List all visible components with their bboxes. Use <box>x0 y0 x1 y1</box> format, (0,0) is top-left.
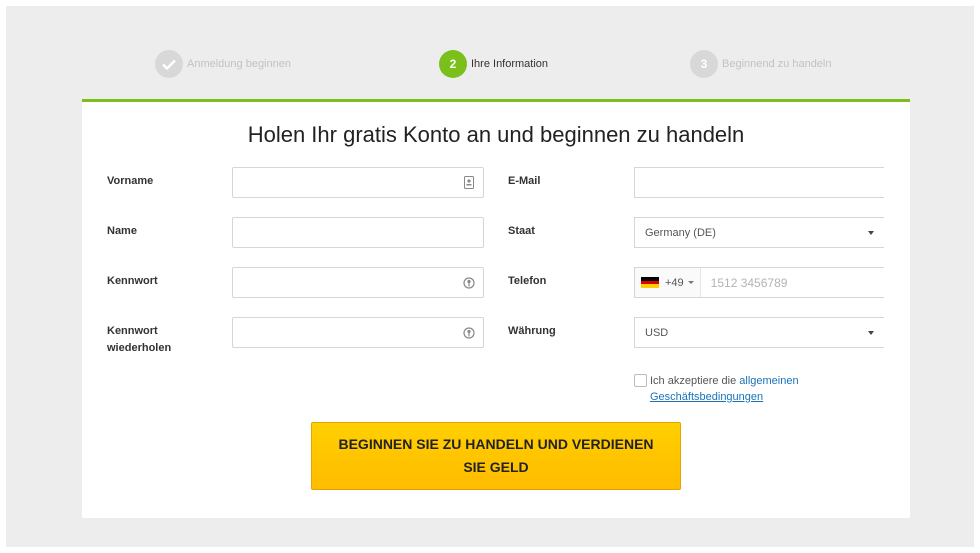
password-repeat-input[interactable] <box>233 318 463 347</box>
first-name-field[interactable] <box>232 167 484 198</box>
country-label: Staat <box>508 225 535 237</box>
email-field[interactable] <box>634 167 884 198</box>
key-icon[interactable] <box>463 326 475 340</box>
checkmark-icon <box>155 50 183 78</box>
last-name-label: Name <box>107 225 137 237</box>
step-start-trading: 3 Beginnend zu handeln <box>690 50 831 78</box>
page-background: Anmeldung beginnen 2 Ihre Information 3 … <box>6 6 974 547</box>
form-title: Holen Ihr gratis Konto an und beginnen z… <box>247 122 745 147</box>
step-label: Anmeldung beginnen <box>187 58 291 70</box>
contact-card-icon <box>463 176 475 190</box>
terms-checkbox[interactable] <box>634 374 647 387</box>
currency-select[interactable]: USD <box>634 317 884 348</box>
password-repeat-field[interactable] <box>232 317 484 348</box>
password-field[interactable] <box>232 267 484 298</box>
key-icon[interactable] <box>463 276 475 290</box>
dial-code-selector[interactable]: +49 <box>635 268 701 297</box>
terms-link-conditions[interactable]: Geschäftsbedingungen <box>650 391 763 403</box>
terms-text: Ich akzeptiere die allgemeinen Geschäfts… <box>650 373 850 405</box>
password-label: Kennwort <box>107 275 158 287</box>
germany-flag-icon <box>641 277 659 289</box>
step-label: Ihre Information <box>471 58 549 70</box>
start-trading-button[interactable]: BEGINNEN SIE ZU HANDELN UND VERDIENEN SI… <box>311 422 681 490</box>
phone-input[interactable] <box>700 268 884 297</box>
step-number: 2 <box>439 50 467 78</box>
last-name-field[interactable] <box>232 217 484 248</box>
terms-prefix: Ich akzeptiere die <box>650 375 737 387</box>
step-your-information: 2 Ihre Information <box>439 50 548 78</box>
currency-value: USD <box>645 326 669 339</box>
registration-form-card: Holen Ihr gratis Konto an und beginnen z… <box>82 99 910 518</box>
step-label: Beginnend zu handeln <box>722 58 832 70</box>
password-input[interactable] <box>233 268 463 297</box>
first-name-label: Vorname <box>107 175 154 187</box>
country-value: Germany (DE) <box>645 226 716 239</box>
country-select[interactable]: Germany (DE) <box>634 217 884 248</box>
step-number: 3 <box>690 50 718 78</box>
chevron-down-icon <box>687 281 694 284</box>
last-name-input[interactable] <box>233 218 483 247</box>
email-label: E-Mail <box>508 175 541 187</box>
phone-field[interactable]: +49 <box>634 267 884 298</box>
dial-code: +49 <box>665 276 684 289</box>
phone-label: Telefon <box>508 275 547 287</box>
email-input[interactable] <box>635 168 884 197</box>
terms-link-general[interactable]: allgemeinen <box>739 375 798 387</box>
chevron-down-icon <box>868 230 874 235</box>
first-name-input[interactable] <box>233 168 463 197</box>
currency-label: Währung <box>508 325 556 337</box>
step-registration-start: Anmeldung beginnen <box>155 50 291 78</box>
chevron-down-icon <box>868 330 874 335</box>
password-repeat-label: Kennwort wiederholen <box>107 325 172 354</box>
